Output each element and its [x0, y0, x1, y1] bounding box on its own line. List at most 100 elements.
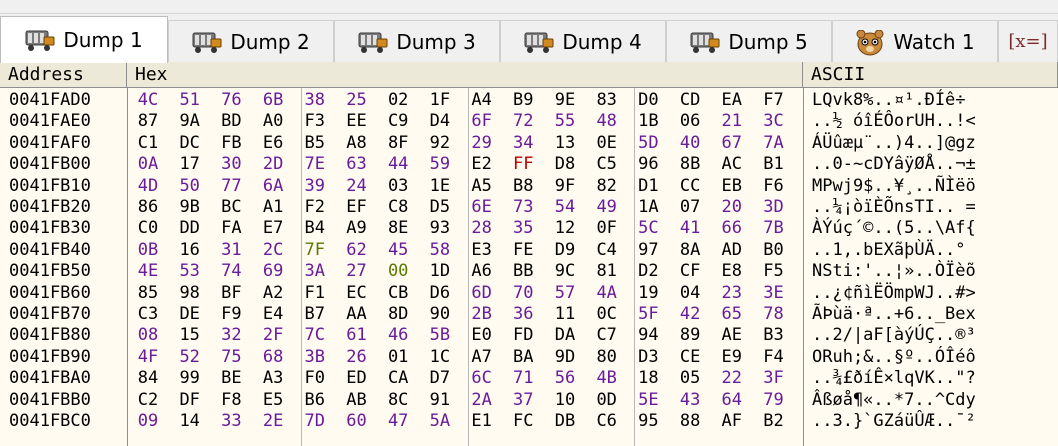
- hex-byte[interactable]: 58: [428, 240, 452, 261]
- hex-byte[interactable]: 49: [595, 197, 619, 218]
- hex-byte[interactable]: D5: [428, 197, 452, 218]
- hex-byte[interactable]: 43: [678, 390, 702, 411]
- dump-row[interactable]: 0041FB30 C0 DD FA E7 B4 A9 8E 93 28 35 12 0F 5C 41 66 7B…: [0, 218, 1058, 239]
- hex-byte[interactable]: 7F: [303, 240, 327, 261]
- hex-byte[interactable]: AF: [720, 411, 744, 432]
- hex-byte[interactable]: C3: [136, 304, 160, 325]
- hex-byte[interactable]: 50: [178, 176, 202, 197]
- dump-row[interactable]: 0041FBC0 09 14 33 2E 7D 60 47 5A E1 FC DB C6 95 88 AF B2…: [0, 411, 1058, 432]
- hex-byte[interactable]: D0: [636, 90, 660, 111]
- hex-byte[interactable]: B2: [762, 411, 786, 432]
- hex-byte[interactable]: 38: [303, 90, 327, 111]
- hex-byte[interactable]: FD: [511, 325, 535, 346]
- hex-byte[interactable]: 8C: [386, 390, 410, 411]
- tab-dump-5[interactable]: Dump 5: [666, 20, 832, 62]
- hex-byte[interactable]: E2: [470, 154, 494, 175]
- hex-byte[interactable]: FB: [219, 133, 243, 154]
- hex-byte[interactable]: D3: [636, 347, 660, 368]
- hex-byte[interactable]: 0A: [136, 154, 160, 175]
- hex-byte[interactable]: 8B: [678, 154, 702, 175]
- hex-byte[interactable]: E1: [470, 411, 494, 432]
- hex-byte[interactable]: 37: [511, 390, 535, 411]
- hex-byte[interactable]: 83: [595, 90, 619, 111]
- row-ascii[interactable]: ..¿¢ñìËÖmpWJ..#>: [812, 283, 976, 304]
- hex-byte[interactable]: DD: [178, 218, 202, 239]
- hex-byte[interactable]: 82: [595, 176, 619, 197]
- hex-byte[interactable]: 85: [136, 283, 160, 304]
- hex-byte[interactable]: EC: [345, 283, 369, 304]
- dump-row[interactable]: 0041FAE0 87 9A BD A0 F3 EE C9 D4 6F 72 55 48 1B 06 21 3C…: [0, 111, 1058, 132]
- row-ascii[interactable]: ÀÝúç´©..(5..\Af{: [812, 218, 976, 239]
- row-address[interactable]: 0041FBB0: [9, 390, 91, 411]
- hex-byte[interactable]: 35: [511, 218, 535, 239]
- hex-byte[interactable]: B6: [303, 390, 327, 411]
- hex-byte[interactable]: 2F: [261, 325, 285, 346]
- hex-byte[interactable]: F8: [219, 390, 243, 411]
- row-address[interactable]: 0041FBC0: [9, 411, 91, 432]
- hex-byte[interactable]: 8A: [678, 240, 702, 261]
- hex-byte[interactable]: C4: [595, 240, 619, 261]
- hex-byte[interactable]: 5D: [636, 133, 660, 154]
- hex-byte[interactable]: CD: [678, 90, 702, 111]
- hex-byte[interactable]: 4D: [136, 176, 160, 197]
- hex-byte[interactable]: 41: [678, 218, 702, 239]
- hex-byte[interactable]: 67: [720, 133, 744, 154]
- hex-byte[interactable]: 2B: [470, 304, 494, 325]
- hex-byte[interactable]: 54: [553, 197, 577, 218]
- hex-byte[interactable]: 39: [303, 176, 327, 197]
- hex-byte[interactable]: 12: [553, 218, 577, 239]
- hex-byte[interactable]: BA: [511, 347, 535, 368]
- hex-byte[interactable]: F0: [303, 368, 327, 389]
- hex-byte[interactable]: B1: [762, 154, 786, 175]
- hex-byte[interactable]: 65: [720, 304, 744, 325]
- row-address[interactable]: 0041FB90: [9, 347, 91, 368]
- hex-byte[interactable]: 3A: [303, 261, 327, 282]
- hex-byte[interactable]: 5F: [636, 304, 660, 325]
- hex-byte[interactable]: C6: [595, 411, 619, 432]
- hex-byte[interactable]: EA: [720, 90, 744, 111]
- hex-byte[interactable]: 4A: [595, 283, 619, 304]
- hex-byte[interactable]: 7B: [762, 218, 786, 239]
- hex-byte[interactable]: 72: [511, 111, 535, 132]
- hex-byte[interactable]: B3: [762, 325, 786, 346]
- row-ascii[interactable]: ORuh;&..§º..ÓÎéô: [812, 347, 976, 368]
- hex-byte[interactable]: FA: [219, 218, 243, 239]
- hex-byte[interactable]: 1C: [428, 347, 452, 368]
- hex-byte[interactable]: 86: [136, 197, 160, 218]
- hex-byte[interactable]: 33: [219, 411, 243, 432]
- hex-byte[interactable]: 87: [136, 111, 160, 132]
- hex-byte[interactable]: 23: [720, 283, 744, 304]
- row-ascii[interactable]: NSti:'..¦»..ÒÏèõ: [812, 261, 976, 282]
- hex-byte[interactable]: 16: [178, 240, 202, 261]
- hex-byte[interactable]: C0: [136, 218, 160, 239]
- hex-byte[interactable]: 9A: [178, 111, 202, 132]
- hex-byte[interactable]: C8: [386, 197, 410, 218]
- hex-byte[interactable]: 7A: [762, 133, 786, 154]
- hex-byte[interactable]: D6: [428, 283, 452, 304]
- hex-byte[interactable]: 42: [678, 304, 702, 325]
- hex-byte[interactable]: F6: [762, 176, 786, 197]
- hex-byte[interactable]: 70: [511, 283, 535, 304]
- hex-byte[interactable]: 08: [136, 325, 160, 346]
- hex-byte[interactable]: D7: [428, 368, 452, 389]
- row-address[interactable]: 0041FB10: [9, 176, 91, 197]
- hex-byte[interactable]: 44: [386, 154, 410, 175]
- hex-byte[interactable]: CA: [386, 368, 410, 389]
- hex-byte[interactable]: BD: [219, 111, 243, 132]
- hex-byte[interactable]: 77: [219, 176, 243, 197]
- tab-locals[interactable]: [x=]: [998, 20, 1058, 62]
- hex-byte[interactable]: 24: [345, 176, 369, 197]
- hex-byte[interactable]: 96: [636, 154, 660, 175]
- hex-byte[interactable]: DC: [178, 133, 202, 154]
- hex-byte[interactable]: 93: [428, 218, 452, 239]
- row-address[interactable]: 0041FB50: [9, 261, 91, 282]
- hex-byte[interactable]: E8: [720, 261, 744, 282]
- row-address[interactable]: 0041FB30: [9, 218, 91, 239]
- hex-byte[interactable]: 1E: [428, 176, 452, 197]
- hex-byte[interactable]: A7: [470, 347, 494, 368]
- hex-byte[interactable]: 01: [386, 347, 410, 368]
- hex-byte[interactable]: 6A: [261, 176, 285, 197]
- dump-row[interactable]: 0041FAF0 C1 DC FB E6 B5 A8 8F 92 29 34 13 0E 5D 40 67 7A…: [0, 133, 1058, 154]
- hex-byte[interactable]: CB: [386, 283, 410, 304]
- hex-byte[interactable]: 4F: [136, 347, 160, 368]
